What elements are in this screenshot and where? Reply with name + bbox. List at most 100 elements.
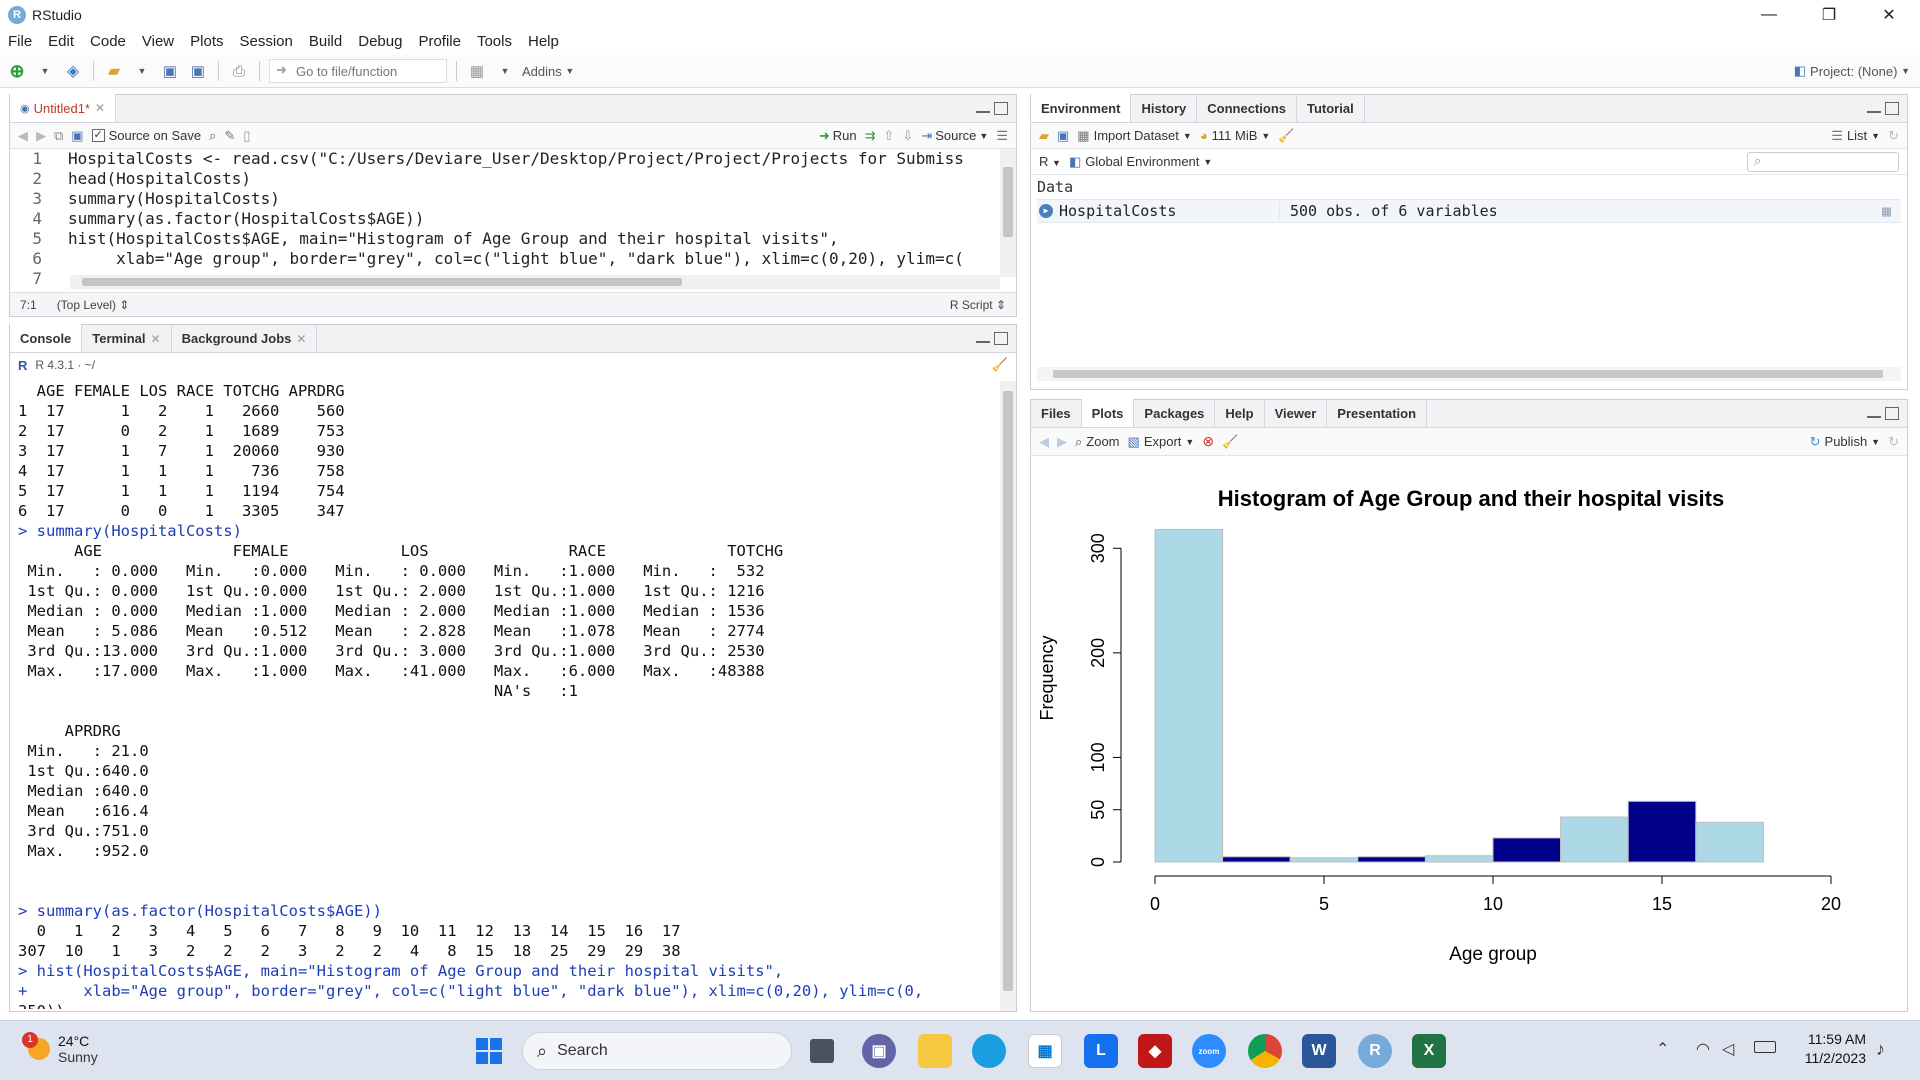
remove-plot-icon[interactable]: ⊗ bbox=[1202, 433, 1214, 450]
outline-icon[interactable]: ☰ bbox=[996, 128, 1008, 144]
notification-bell-icon[interactable]: ♪ bbox=[1876, 1039, 1885, 1060]
maximize-pane-icon[interactable] bbox=[1885, 407, 1899, 420]
maximize-pane-icon[interactable] bbox=[994, 102, 1008, 115]
view-mode-button[interactable]: ☰ List ▼ bbox=[1831, 128, 1880, 144]
chevron-down-icon[interactable]: ▼ bbox=[131, 59, 153, 83]
rerun-icon[interactable]: ⇉ bbox=[865, 128, 876, 144]
go-to-file-input[interactable]: ➜ Go to file/function bbox=[269, 59, 447, 83]
tab-tutorial[interactable]: Tutorial bbox=[1297, 95, 1365, 122]
tab-files[interactable]: Files bbox=[1031, 400, 1082, 427]
minimize-pane-icon[interactable] bbox=[1867, 102, 1881, 113]
env-object-row[interactable]: ▶ HospitalCosts 500 obs. of 6 variables … bbox=[1037, 199, 1901, 223]
teams-chat-icon[interactable]: ▣ bbox=[862, 1034, 896, 1068]
clock[interactable]: 11:59 AM 11/2/2023 bbox=[1796, 1031, 1866, 1066]
console-output[interactable]: AGE FEMALE LOS RACE TOTCHG APRDRG 1 17 1 … bbox=[18, 381, 1000, 1009]
minimize-pane-icon[interactable] bbox=[1867, 407, 1881, 418]
new-project-icon[interactable]: ◈ bbox=[62, 59, 84, 83]
menu-code[interactable]: Code bbox=[90, 33, 126, 50]
mcafee-shield-icon[interactable]: ◆ bbox=[1138, 1034, 1172, 1068]
minimize-button[interactable]: — bbox=[1740, 0, 1798, 29]
chevron-up-icon[interactable]: ⌃ bbox=[1656, 1039, 1669, 1059]
menu-tools[interactable]: Tools bbox=[477, 33, 512, 50]
previous-plot-icon[interactable]: ◀ bbox=[1039, 434, 1049, 450]
tab-history[interactable]: History bbox=[1131, 95, 1198, 122]
source-on-save-checkbox[interactable]: ✓ Source on Save bbox=[91, 128, 201, 143]
lucid-app-icon[interactable]: L bbox=[1084, 1034, 1118, 1068]
zoom-app-icon[interactable]: zoom bbox=[1192, 1034, 1226, 1068]
save-all-icon[interactable]: ▣ bbox=[187, 59, 209, 83]
load-workspace-icon[interactable]: ▰ bbox=[1039, 128, 1049, 144]
refresh-icon[interactable]: ↻ bbox=[1888, 434, 1899, 450]
export-button[interactable]: ▧ Export ▼ bbox=[1128, 434, 1195, 450]
close-button[interactable]: ✕ bbox=[1860, 0, 1918, 29]
editor-vertical-scrollbar[interactable] bbox=[1000, 149, 1016, 277]
expand-arrow-icon[interactable]: ▶ bbox=[1039, 204, 1053, 218]
tab-background-jobs[interactable]: Background Jobs ✕ bbox=[172, 325, 318, 352]
menu-session[interactable]: Session bbox=[240, 33, 293, 50]
forward-arrow-icon[interactable]: ▶ bbox=[36, 128, 46, 144]
clear-plots-broom-icon[interactable]: 🧹 bbox=[1222, 434, 1238, 450]
edge-browser-icon[interactable] bbox=[972, 1034, 1006, 1068]
save-icon[interactable]: ▣ bbox=[71, 128, 83, 144]
menu-view[interactable]: View bbox=[142, 33, 174, 50]
save-icon[interactable]: ▣ bbox=[159, 59, 181, 83]
tab-packages[interactable]: Packages bbox=[1134, 400, 1216, 427]
chevron-down-icon[interactable]: ▼ bbox=[494, 59, 516, 83]
maximize-pane-icon[interactable] bbox=[1885, 102, 1899, 115]
refresh-icon[interactable]: ↻ bbox=[1888, 128, 1899, 144]
close-tab-icon[interactable]: ✕ bbox=[95, 101, 105, 115]
tab-untitled1[interactable]: ◉ Untitled1* ✕ bbox=[10, 94, 117, 122]
rstudio-taskbar-icon[interactable]: R bbox=[1358, 1034, 1392, 1068]
memory-usage-button[interactable]: ◕ 111 MiB ▼ bbox=[1200, 128, 1271, 143]
tab-viewer[interactable]: Viewer bbox=[1265, 400, 1328, 427]
menu-help[interactable]: Help bbox=[528, 33, 559, 50]
maximize-pane-icon[interactable] bbox=[994, 332, 1008, 345]
close-tab-icon[interactable]: ✕ bbox=[151, 332, 161, 346]
chrome-browser-icon[interactable] bbox=[1248, 1034, 1282, 1068]
down-arrow-icon[interactable]: ⇩ bbox=[902, 128, 913, 144]
language-selector[interactable]: R ▼ bbox=[1039, 154, 1061, 169]
environment-search-input[interactable]: ⌕ bbox=[1747, 151, 1899, 172]
minimize-pane-icon[interactable] bbox=[976, 102, 990, 113]
tab-presentation[interactable]: Presentation bbox=[1327, 400, 1428, 427]
new-file-icon[interactable]: ⊕ bbox=[6, 59, 28, 83]
menu-profile[interactable]: Profile bbox=[418, 33, 461, 50]
code-tools-wand-icon[interactable]: ✎ bbox=[224, 128, 235, 144]
code-area[interactable]: 1 2 3 4 5 6 7 HospitalCosts <- read.csv(… bbox=[10, 149, 1002, 289]
file-explorer-icon[interactable] bbox=[918, 1034, 952, 1068]
project-menu[interactable]: ◧ Project: (None) ▼ bbox=[1794, 59, 1910, 83]
speaker-icon[interactable]: ◁ bbox=[1722, 1039, 1734, 1059]
microsoft-store-icon[interactable]: ▦ bbox=[1028, 1034, 1062, 1068]
wifi-icon[interactable]: ◠ bbox=[1696, 1039, 1710, 1059]
minimize-pane-icon[interactable] bbox=[976, 332, 990, 343]
next-plot-icon[interactable]: ▶ bbox=[1057, 434, 1067, 450]
battery-icon[interactable] bbox=[1754, 1041, 1776, 1053]
open-folder-icon[interactable]: ▰ bbox=[103, 59, 125, 83]
tab-console[interactable]: Console bbox=[10, 324, 83, 352]
search-icon[interactable]: ⌕ bbox=[209, 128, 216, 144]
excel-app-icon[interactable]: X bbox=[1412, 1034, 1446, 1068]
view-table-icon[interactable]: ▦ bbox=[1882, 202, 1891, 220]
menu-edit[interactable]: Edit bbox=[48, 33, 74, 50]
tab-environment[interactable]: Environment bbox=[1031, 94, 1132, 122]
show-in-window-icon[interactable]: ⧉ bbox=[54, 128, 63, 144]
save-workspace-icon[interactable]: ▣ bbox=[1057, 128, 1069, 144]
windows-start-icon[interactable] bbox=[472, 1034, 506, 1068]
menu-plots[interactable]: Plots bbox=[190, 33, 223, 50]
up-arrow-icon[interactable]: ⇧ bbox=[884, 128, 895, 144]
environment-horizontal-scrollbar[interactable] bbox=[1037, 367, 1901, 381]
environment-scope-selector[interactable]: ◧ Global Environment ▼ bbox=[1069, 154, 1212, 170]
clear-console-broom-icon[interactable]: 🧹 bbox=[992, 357, 1008, 373]
publish-button[interactable]: ↻ Publish ▼ bbox=[1810, 434, 1880, 450]
tab-plots[interactable]: Plots bbox=[1081, 399, 1135, 427]
editor-horizontal-scrollbar[interactable] bbox=[70, 275, 1000, 289]
menu-debug[interactable]: Debug bbox=[358, 33, 402, 50]
console-vertical-scrollbar[interactable] bbox=[1000, 381, 1016, 1011]
print-icon[interactable]: ⎙ bbox=[228, 59, 250, 83]
task-view-icon[interactable] bbox=[810, 1039, 834, 1063]
back-arrow-icon[interactable]: ◀ bbox=[18, 128, 28, 144]
taskbar-search-box[interactable]: ⌕ Search bbox=[522, 1032, 792, 1070]
file-type-selector[interactable]: R Script ⇕ bbox=[950, 298, 1006, 312]
weather-widget[interactable]: 1 24°C Sunny bbox=[22, 1032, 98, 1065]
run-button[interactable]: ➜ Run bbox=[819, 128, 857, 144]
